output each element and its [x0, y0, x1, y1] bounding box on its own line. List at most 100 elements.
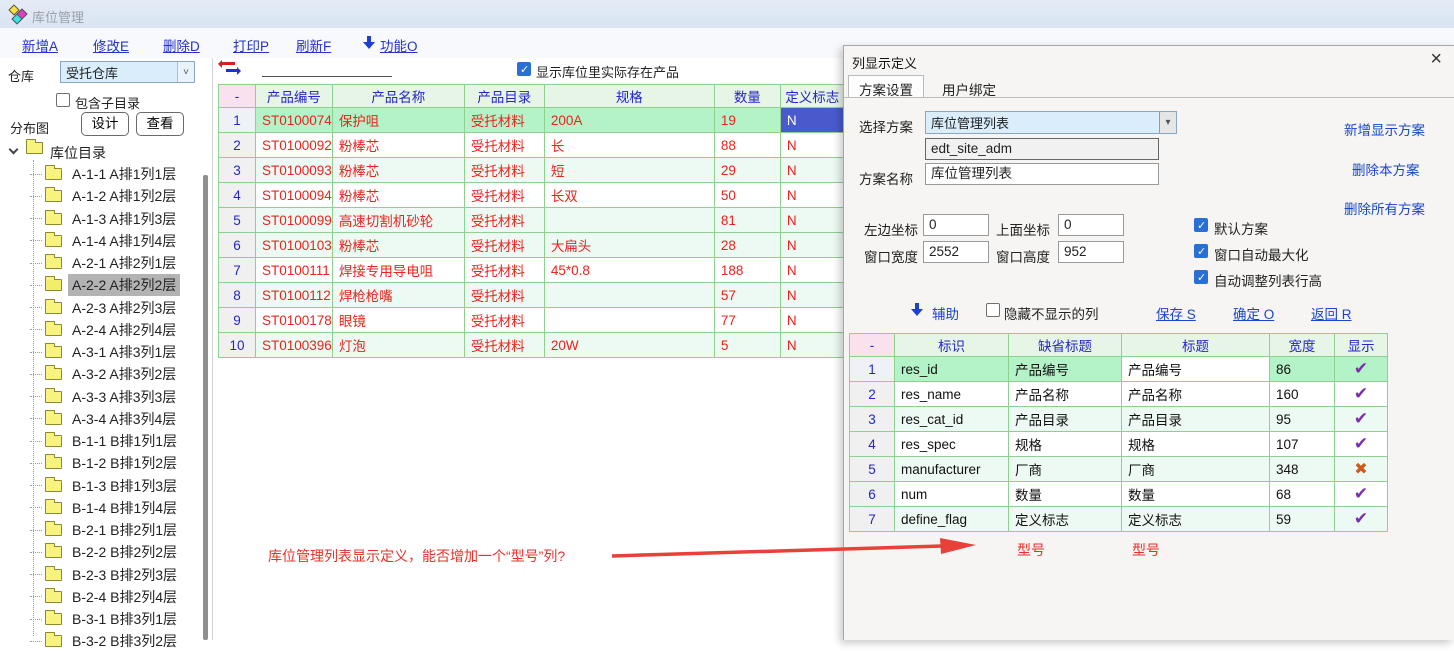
cell-ident[interactable]: res_id	[895, 357, 1009, 382]
cell-spec[interactable]: 长双	[544, 183, 714, 208]
cell-ident[interactable]: manufacturer	[895, 457, 1009, 482]
table-row[interactable]: 3 ST0100093 粉棒芯 受托材料 短 29 N	[219, 158, 845, 183]
cell-width[interactable]: 86	[1270, 357, 1335, 382]
cell-title[interactable]: 定义标志	[1122, 507, 1270, 532]
toolbar-refresh-button[interactable]: 刷新F	[296, 35, 331, 55]
row-number[interactable]: 1	[850, 357, 895, 382]
cell-spec[interactable]: 200A	[544, 108, 714, 133]
row-number[interactable]: 5	[850, 457, 895, 482]
cell-spec[interactable]	[544, 283, 714, 308]
tree-item[interactable]: B-3-2 B排3列2层	[30, 630, 181, 652]
view-button[interactable]: 查看	[136, 112, 184, 136]
chevron-down-icon[interactable]: ▾	[1159, 112, 1176, 133]
cell-qty[interactable]: 50	[714, 183, 780, 208]
swap-columns-icon[interactable]	[222, 60, 242, 75]
cell-title[interactable]: 产品目录	[1122, 407, 1270, 432]
cell-width[interactable]: 59	[1270, 507, 1335, 532]
tree-item[interactable]: A-1-1 A排1列1层	[30, 163, 181, 185]
cell-width[interactable]: 68	[1270, 482, 1335, 507]
cell-category[interactable]: 受托材料	[464, 233, 544, 258]
delete-plan-link[interactable]: 删除本方案	[1352, 159, 1420, 179]
tree-item[interactable]: A-3-2 A排3列2层	[30, 363, 181, 385]
design-button[interactable]: 设计	[81, 112, 129, 136]
cell-default-title[interactable]: 定义标志	[1009, 507, 1122, 532]
cell-width[interactable]: 107	[1270, 432, 1335, 457]
row-number[interactable]: 9	[219, 308, 256, 333]
row-number[interactable]: 2	[219, 133, 256, 158]
cell-title-editing[interactable]: 产品编号	[1122, 357, 1270, 382]
cell-width[interactable]: 95	[1270, 407, 1335, 432]
cell-product-id[interactable]: ST0100092	[256, 133, 333, 158]
row-number[interactable]: 7	[219, 258, 256, 283]
cell-title[interactable]: 产品名称	[1122, 382, 1270, 407]
ok-button[interactable]: 确定 O	[1233, 303, 1274, 323]
tree-item[interactable]: B-1-3 B排1列3层	[30, 475, 181, 497]
cell-product-id[interactable]: ST0100178	[256, 308, 333, 333]
tab-user-binding[interactable]: 用户绑定	[932, 76, 1006, 98]
cell-product-id[interactable]: ST0100094	[256, 183, 333, 208]
default-plan-checkbox[interactable]	[1194, 218, 1208, 232]
table-row[interactable]: 1 ST0100074 保护咀 受托材料 200A 19 N	[219, 108, 845, 133]
chevron-down-icon[interactable]: ˅	[177, 62, 194, 82]
row-number[interactable]: 2	[850, 382, 895, 407]
row-number[interactable]: 1	[219, 108, 256, 133]
tree-item[interactable]: A-3-3 A排3列3层	[30, 386, 181, 408]
cell-product-id[interactable]: ST0100111	[256, 258, 333, 283]
toolbar-delete-button[interactable]: 删除D	[163, 35, 200, 55]
top-coord-input[interactable]: 0	[1058, 214, 1124, 236]
row-number[interactable]: 3	[219, 158, 256, 183]
cell-flag[interactable]: N	[780, 208, 844, 233]
cell-spec[interactable]	[544, 308, 714, 333]
cell-qty[interactable]: 28	[714, 233, 780, 258]
cell-category[interactable]: 受托材料	[464, 308, 544, 333]
cell-product-id[interactable]: ST0100112	[256, 283, 333, 308]
row-number[interactable]: 8	[219, 283, 256, 308]
save-button[interactable]: 保存 S	[1156, 303, 1196, 323]
cell-category[interactable]: 受托材料	[464, 208, 544, 233]
window-width-input[interactable]: 2552	[923, 241, 989, 263]
cell-spec[interactable]: 大扁头	[544, 233, 714, 258]
row-number[interactable]: 6	[850, 482, 895, 507]
tree-item[interactable]: B-1-1 B排1列1层	[30, 430, 181, 452]
cell-product-name[interactable]: 粉棒芯	[332, 183, 464, 208]
cell-show-cross-icon[interactable]: ✖	[1335, 457, 1388, 482]
tree-item[interactable]: B-2-2 B排2列2层	[30, 541, 181, 563]
warehouse-select[interactable]: 受托仓库 ˅	[60, 61, 195, 83]
cell-product-name[interactable]: 粉棒芯	[332, 158, 464, 183]
tree-item[interactable]: A-2-4 A排2列4层	[30, 319, 181, 341]
cell-product-id[interactable]: ST0100099	[256, 208, 333, 233]
tree-expand-caret-icon[interactable]	[9, 145, 19, 155]
cell-product-name[interactable]: 粉棒芯	[332, 233, 464, 258]
back-button[interactable]: 返回 R	[1311, 303, 1352, 323]
tree-scrollbar[interactable]	[203, 175, 208, 640]
tab-plan-settings[interactable]: 方案设置	[848, 75, 924, 98]
tree-item[interactable]: B-3-1 B排3列1层	[30, 608, 181, 630]
cell-qty[interactable]: 77	[714, 308, 780, 333]
cell-category[interactable]: 受托材料	[464, 258, 544, 283]
cell-category[interactable]: 受托材料	[464, 183, 544, 208]
close-icon[interactable]: ×	[1430, 48, 1442, 71]
cell-flag[interactable]: N	[780, 158, 844, 183]
cell-flag-selected[interactable]: N	[780, 108, 844, 133]
cell-default-title[interactable]: 产品名称	[1009, 382, 1122, 407]
tree-item[interactable]: B-2-4 B排2列4层	[30, 586, 181, 608]
show-products-checkbox[interactable]	[517, 62, 531, 76]
cell-qty[interactable]: 188	[714, 258, 780, 283]
toolbar-function-button[interactable]: 功能O	[380, 35, 418, 55]
tree-item[interactable]: A-1-3 A排1列3层	[30, 208, 181, 230]
table-row[interactable]: 4 res_spec 规格 规格 107 ✔	[850, 432, 1388, 457]
cell-qty[interactable]: 88	[714, 133, 780, 158]
cell-product-id[interactable]: ST0100396	[256, 333, 333, 358]
plan-select[interactable]: 库位管理列表 ▾	[925, 111, 1177, 134]
cell-product-name[interactable]: 焊枪枪嘴	[332, 283, 464, 308]
table-row[interactable]: 9 ST0100178 眼镜 受托材料 77 N	[219, 308, 845, 333]
cell-spec[interactable]: 20W	[544, 333, 714, 358]
cell-product-id[interactable]: ST0100103	[256, 233, 333, 258]
cell-show-check-icon[interactable]: ✔	[1335, 407, 1388, 432]
tree-item[interactable]: A-2-3 A排2列3层	[30, 297, 181, 319]
cell-category[interactable]: 受托材料	[464, 133, 544, 158]
tree-item[interactable]: A-1-2 A排1列2层	[30, 185, 181, 207]
cell-spec[interactable]	[544, 208, 714, 233]
cell-product-id[interactable]: ST0100074	[256, 108, 333, 133]
quick-search-input[interactable]	[262, 76, 392, 77]
